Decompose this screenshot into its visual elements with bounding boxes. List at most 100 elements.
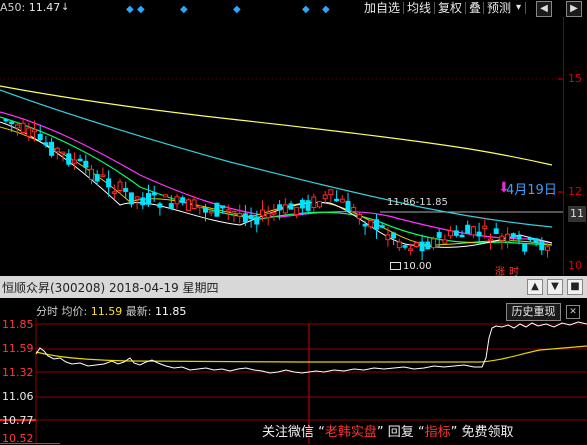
candle-body [71,159,77,164]
timeshare-mode: 分时 [36,305,58,318]
avg-price-label: 均价: [61,305,88,318]
expand-up-icon[interactable]: ▲ [527,279,543,295]
candle-body [533,238,539,243]
candle-body [527,237,533,241]
candle-body [488,238,493,242]
stock-info-bar: 恒顺众昇(300208) 2018-04-19 星期四 ▲ ▼ ■ [0,276,587,298]
candle-body [545,246,550,251]
toolbar-divider [465,2,466,14]
candle-body [225,209,231,212]
candle-body [151,192,157,196]
candle-body [465,224,471,234]
candle-body [442,239,448,244]
timeshare-level: 11.32 [2,366,34,379]
candle-body [402,245,408,248]
toolbar-divider [483,2,484,14]
candle-body [294,206,300,215]
add-watchlist-button[interactable]: 加自选 [364,0,400,16]
footer-highlight: 老韩实盘 [324,425,377,440]
chart-toolbar: A50: 11.47 ↓ ◆ ◆ ◆ ◆ ◆ ◆ 加自选 均线 复权 叠 预测 … [0,0,587,17]
candle-body [66,153,72,165]
adjust-price-button[interactable]: 复权 [438,0,462,16]
close-icon[interactable]: ✕ [566,305,580,319]
candle-body [299,199,305,209]
footer-text: ” 免费领取 [450,425,514,440]
ma120-line [0,85,553,166]
overlay-button[interactable]: 叠 [469,0,481,16]
footer-watermark: 关注微信 “老韩实盘” 回复 “指标” 免费领取 [262,421,514,440]
diamond-icon: ◆ [322,4,330,15]
latest-price-value: 11.85 [154,305,187,318]
candle-body [476,231,482,237]
candle-body [482,225,488,230]
expand-down-icon[interactable]: ▼ [547,279,563,295]
candle-body [493,228,499,234]
diamond-icon: ◆ [180,4,188,15]
timeshare-header: 分时 均价: 11.59 最新: 11.85 [36,303,186,319]
candle-body [106,178,112,188]
candle-body [100,174,106,177]
candle-body [117,181,123,191]
candle-body [231,210,237,214]
candle-body [94,174,100,182]
moving-average-button[interactable]: 均线 [407,0,431,16]
candle-body [174,196,180,205]
candle-body [453,230,459,236]
candle-body [271,212,277,215]
candle-body [134,196,140,200]
price-axis-divider [563,17,564,275]
candle-body [157,203,163,208]
candle-body [539,241,545,251]
candle-body [32,129,37,133]
diamond-icon: ◆ [126,4,134,15]
candle-body [277,204,283,211]
price-range-label: 11.86-11.85 [387,197,448,208]
footer-text: 关注微信 “ [262,425,325,440]
candle-body [203,207,208,213]
scroll-left-icon[interactable]: ◀ [536,1,552,17]
candle-body [146,193,151,205]
candle-body [185,199,191,211]
candle-body [408,248,414,251]
candle-body [214,202,220,217]
candle-body [328,189,334,196]
candle-body [339,198,345,203]
candle-body [499,235,505,241]
toolbar-divider [434,2,435,14]
timeshare-level: 10.52 [2,432,34,445]
scroll-right-icon[interactable]: ▶ [566,1,582,17]
candle-body [168,203,174,209]
candle-body [83,160,89,168]
timeshare-level: 10.77 [2,414,34,427]
date-annotation: 4月19日 [506,183,557,198]
ma-indicator-label: A50: 11.47 [0,1,60,14]
toolbar-divider [403,2,404,14]
candle-body [510,233,516,238]
forecast-button[interactable]: 预测 [487,0,511,16]
avg-price-value: 11.59 [90,305,123,318]
candle-body [208,210,214,214]
price-axis-label: 10 [568,259,582,272]
candle-body [54,147,60,153]
timeshare-level: 11.06 [2,390,34,403]
candle-body [334,198,340,202]
candle-body [282,204,288,214]
candle-body [89,168,94,180]
candle-body [425,241,431,250]
candle-body [191,199,197,210]
candle-body [260,209,265,217]
footer-highlight: 指标 [424,425,451,440]
candle-body [14,124,20,129]
candle-body [265,212,271,219]
maximize-icon[interactable]: ■ [567,279,583,295]
candle-body [123,188,129,192]
candle-body [391,232,397,239]
candle-body [505,233,511,242]
candle-body [368,220,374,228]
candle-body [20,122,26,134]
toolbar-divider [525,2,526,14]
ma-value: 11.47 [28,1,61,14]
forecast-dropdown-icon[interactable]: ▾ [516,0,521,16]
low-marker-icon [390,262,401,270]
candle-body [60,151,66,155]
